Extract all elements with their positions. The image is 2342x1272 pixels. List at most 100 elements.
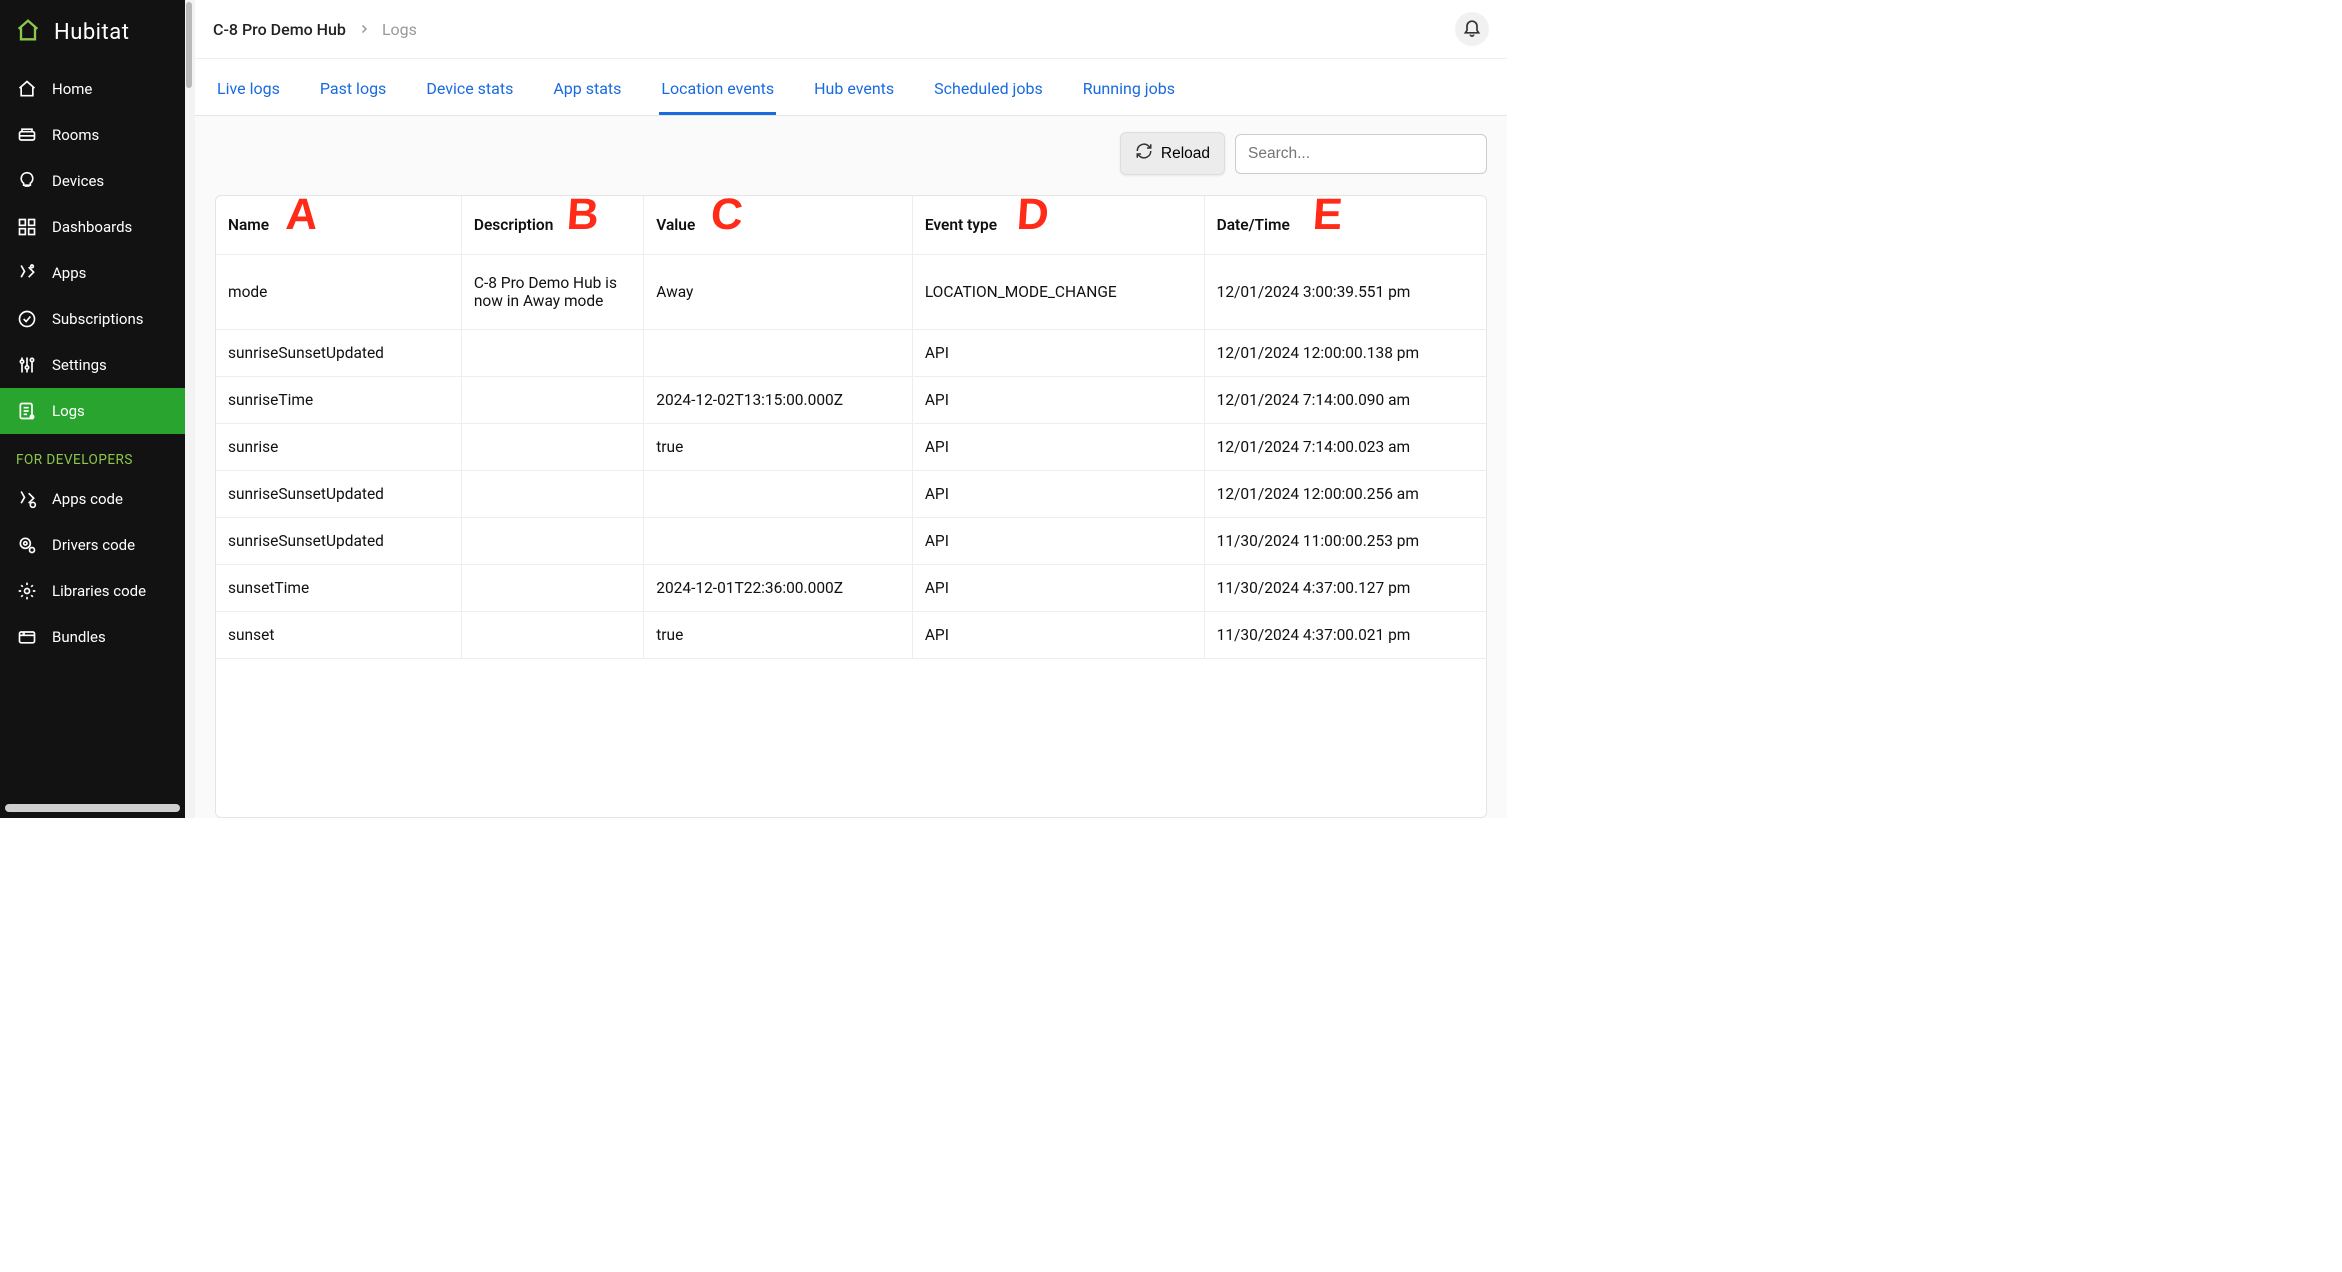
cell-value: true [644,612,913,659]
col-header-date-time[interactable]: Date/Time E [1204,196,1486,255]
events-table: Name A Description B Value C Event type … [216,196,1486,659]
cell-description [461,424,643,471]
sidebar-item-logs[interactable]: i Logs [0,388,185,434]
sidebar-item-apps[interactable]: Apps [0,250,185,296]
breadcrumb-leaf: Logs [382,20,417,39]
cell-value: 2024-12-01T22:36:00.000Z [644,565,913,612]
cell-description [461,518,643,565]
tab-device-stats[interactable]: Device stats [424,69,515,115]
cell-date-time: 12/01/2024 12:00:00.138 pm [1204,330,1486,377]
home-icon [16,78,38,100]
breadcrumb-root[interactable]: C-8 Pro Demo Hub [213,20,346,39]
cell-date-time: 12/01/2024 7:14:00.090 am [1204,377,1486,424]
cell-description: C-8 Pro Demo Hub is now in Away mode [461,255,643,330]
table-row: sunriseSunsetUpdated API 11/30/2024 11:0… [216,518,1486,565]
bell-icon [1462,17,1482,41]
cell-event-type: API [912,518,1204,565]
notifications-button[interactable] [1455,12,1489,46]
table-row: sunrise true API 12/01/2024 7:14:00.023 … [216,424,1486,471]
col-header-description[interactable]: Description B [461,196,643,255]
col-header-name[interactable]: Name A [216,196,461,255]
table-row: sunset true API 11/30/2024 4:37:00.021 p… [216,612,1486,659]
topbar: C-8 Pro Demo Hub Logs [195,0,1507,58]
cell-date-time: 12/01/2024 7:14:00.023 am [1204,424,1486,471]
main: C-8 Pro Demo Hub Logs Live logs Past log… [195,0,1507,818]
annotation-d: D [1015,195,1050,240]
cell-event-type: API [912,565,1204,612]
tab-scheduled-jobs[interactable]: Scheduled jobs [932,69,1045,115]
sidebar-item-rooms[interactable]: Rooms [0,112,185,158]
sidebar-item-subscriptions[interactable]: Subscriptions [0,296,185,342]
sidebar-item-label: Apps code [52,490,123,508]
sidebar-item-label: Home [52,80,92,98]
cell-value: true [644,424,913,471]
logo-icon [14,16,42,48]
tab-past-logs[interactable]: Past logs [318,69,388,115]
cell-name: sunrise [216,424,461,471]
tab-live-logs[interactable]: Live logs [215,69,282,115]
dev-section-header: FOR DEVELOPERS [0,434,185,476]
cell-name: mode [216,255,461,330]
cell-event-type: API [912,612,1204,659]
col-header-event-type[interactable]: Event type D [912,196,1204,255]
settings-icon [16,354,38,376]
sidebar-item-label: Bundles [52,628,106,646]
sidebar-item-dashboards[interactable]: Dashboards [0,204,185,250]
cell-name: sunset [216,612,461,659]
apps-icon [16,262,38,284]
sidebar-item-settings[interactable]: Settings [0,342,185,388]
table-row: sunriseTime 2024-12-02T13:15:00.000Z API… [216,377,1486,424]
table-row: mode C-8 Pro Demo Hub is now in Away mod… [216,255,1486,330]
reload-icon [1135,142,1153,165]
reload-button[interactable]: Reload [1120,132,1225,175]
sidebar-item-label: Dashboards [52,218,132,236]
cell-value [644,518,913,565]
sidebar-item-drivers-code[interactable]: Drivers code [0,522,185,568]
sidebar-item-label: Devices [52,172,104,190]
cell-name: sunriseSunsetUpdated [216,330,461,377]
cell-value [644,471,913,518]
cell-description [461,330,643,377]
cell-value: 2024-12-02T13:15:00.000Z [644,377,913,424]
annotation-b: B [565,195,600,240]
sidebar-item-libraries-code[interactable]: Libraries code [0,568,185,614]
cell-date-time: 11/30/2024 4:37:00.127 pm [1204,565,1486,612]
vertical-scrollbar-thumb[interactable] [186,2,192,88]
sidebar-item-home[interactable]: Home [0,66,185,112]
chevron-right-icon [358,20,370,39]
reload-label: Reload [1161,145,1210,163]
cell-date-time: 12/01/2024 12:00:00.256 am [1204,471,1486,518]
tab-hub-events[interactable]: Hub events [812,69,896,115]
col-header-value[interactable]: Value C [644,196,913,255]
sidebar-item-devices[interactable]: Devices [0,158,185,204]
cell-event-type: API [912,377,1204,424]
search-input[interactable] [1235,134,1487,174]
cell-value: Away [644,255,913,330]
sidebar-item-apps-code[interactable]: Apps code [0,476,185,522]
logs-icon: i [16,400,38,422]
cell-description [461,377,643,424]
annotation-a: A [284,195,319,240]
table-row: sunsetTime 2024-12-01T22:36:00.000Z API … [216,565,1486,612]
tab-running-jobs[interactable]: Running jobs [1081,69,1177,115]
cell-date-time: 11/30/2024 11:00:00.253 pm [1204,518,1486,565]
annotation-c: C [709,195,744,240]
table-row: sunriseSunsetUpdated API 12/01/2024 12:0… [216,471,1486,518]
cell-name: sunsetTime [216,565,461,612]
tab-location-events[interactable]: Location events [659,69,776,115]
cell-description [461,612,643,659]
cell-name: sunriseTime [216,377,461,424]
table-row: sunriseSunsetUpdated API 12/01/2024 12:0… [216,330,1486,377]
gutter [185,0,195,818]
tab-app-stats[interactable]: App stats [551,69,623,115]
devices-icon [16,170,38,192]
cell-value [644,330,913,377]
events-table-wrap: Name A Description B Value C Event type … [215,195,1487,818]
sidebar-item-label: Apps [52,264,86,282]
sidebar: Hubitat Home Rooms Devices Dashboards Ap… [0,0,185,818]
cell-event-type: API [912,471,1204,518]
sidebar-item-bundles[interactable]: Bundles [0,614,185,660]
horizontal-scrollbar[interactable] [5,804,180,812]
apps-code-icon [16,488,38,510]
cell-name: sunriseSunsetUpdated [216,471,461,518]
